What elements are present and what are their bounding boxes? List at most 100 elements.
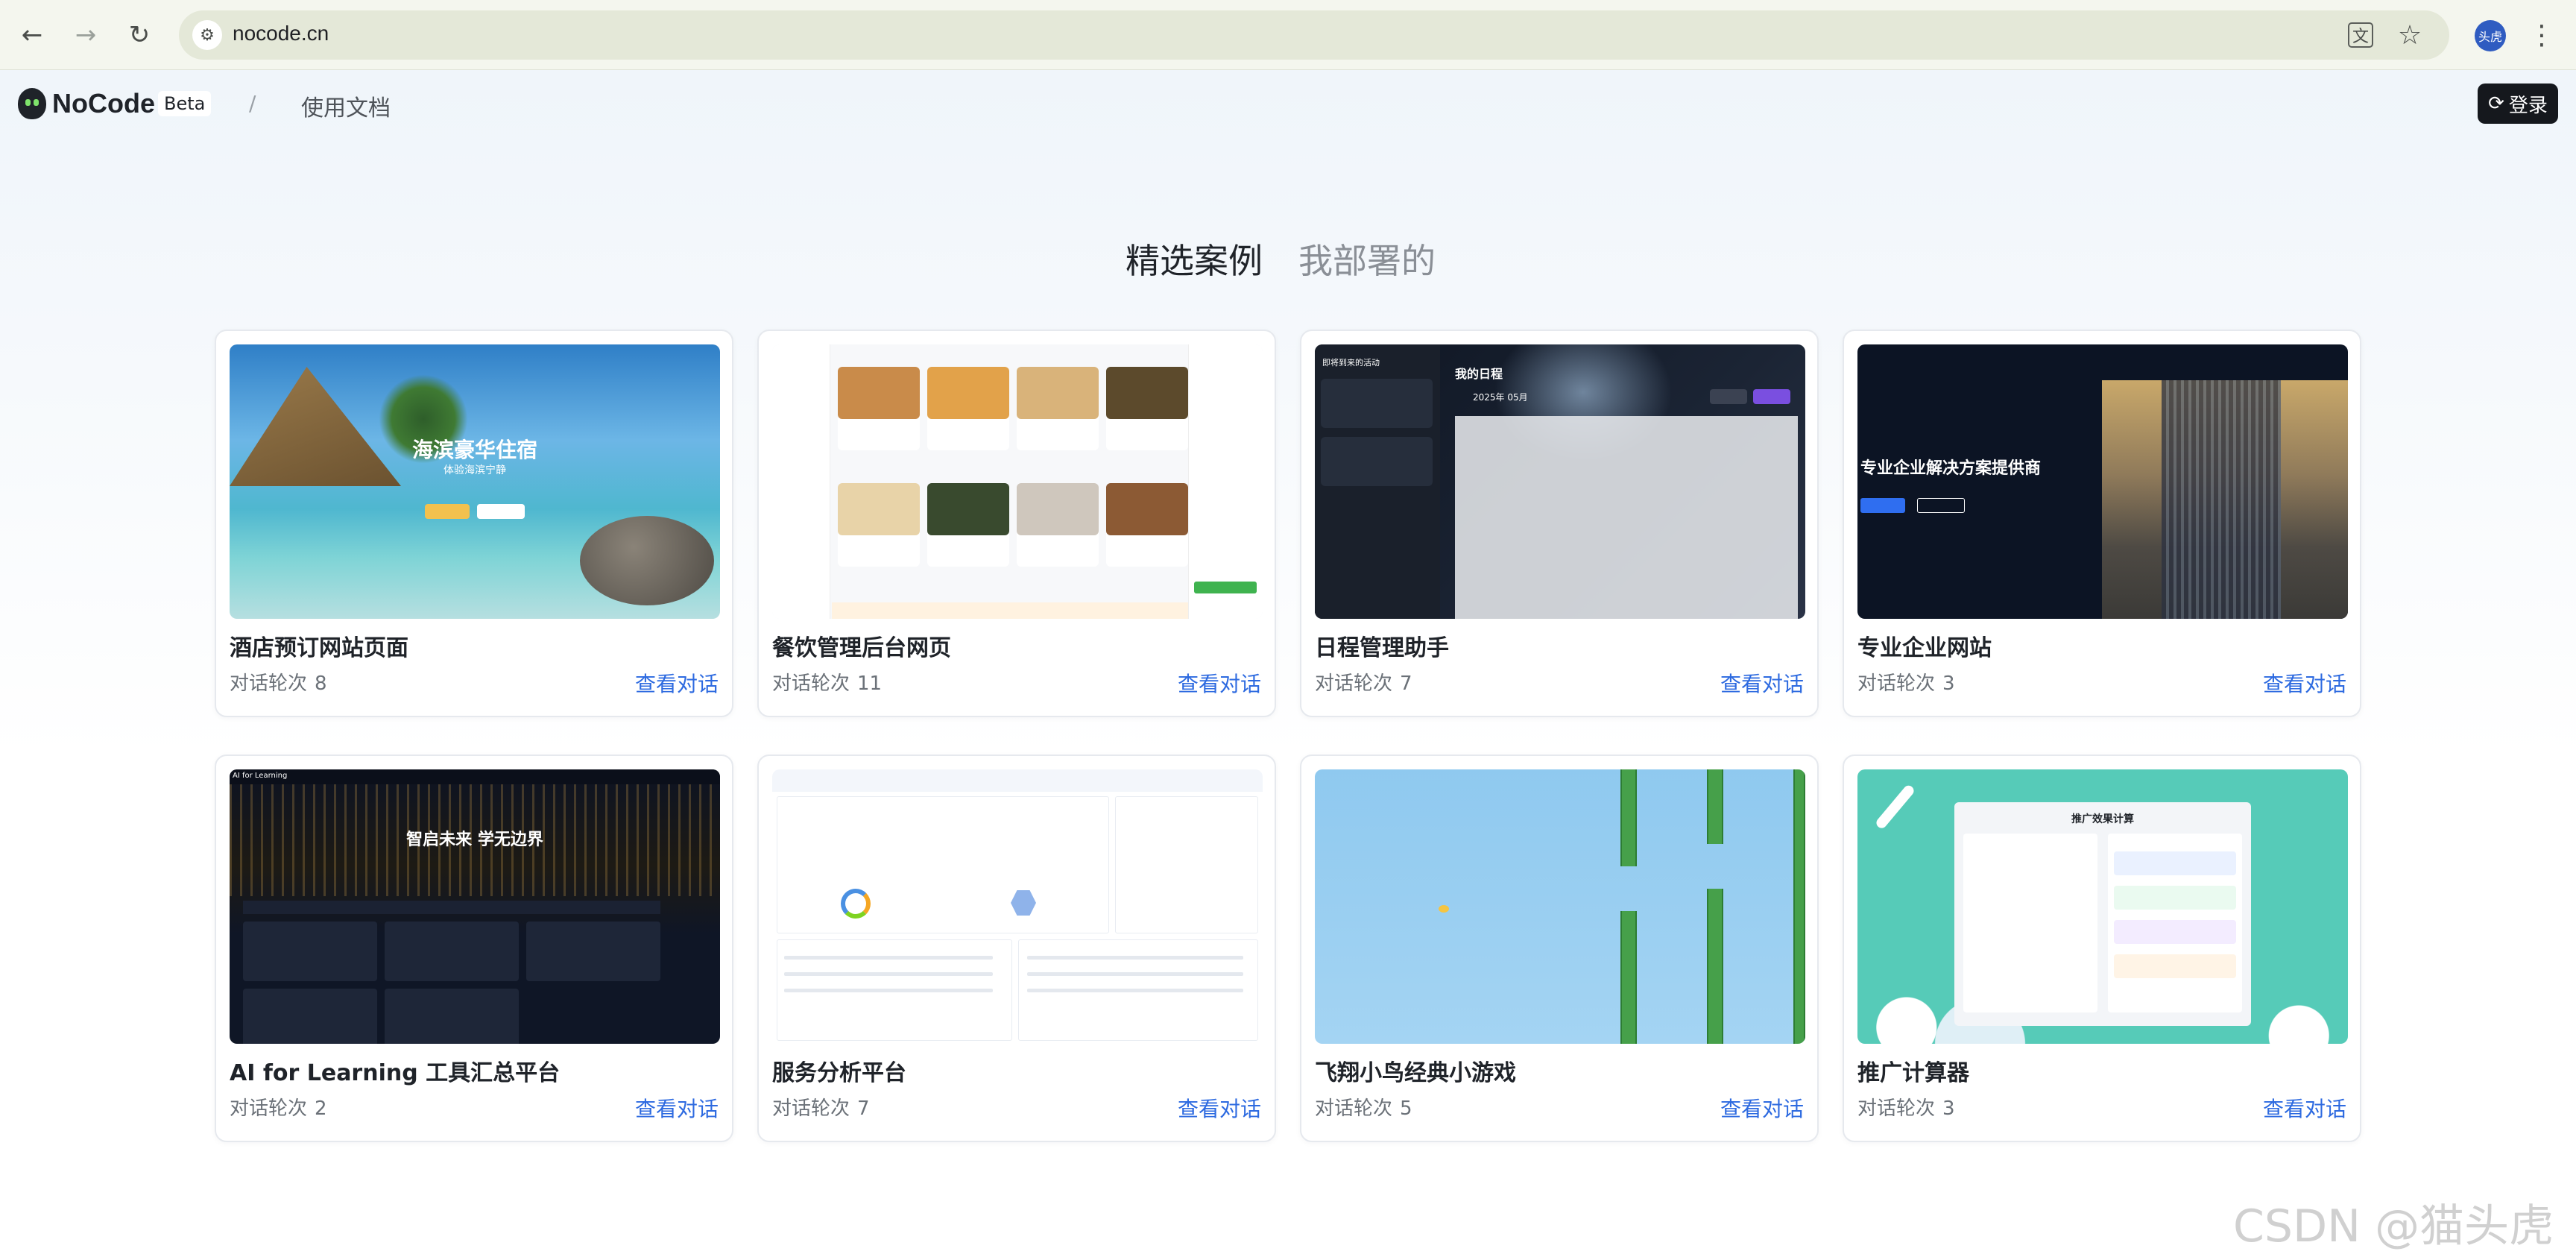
- app-header: NoCode Beta / 使用文档 ⟳ 登录: [0, 70, 2576, 137]
- card-title[interactable]: 飞翔小鸟经典小游戏: [1315, 1054, 1516, 1087]
- card-title[interactable]: 餐饮管理后台网页: [772, 629, 951, 662]
- case-thumbnail[interactable]: 专业企业解决方案提供商: [1857, 344, 2348, 619]
- thumb-calendar-title: 我的日程: [1455, 367, 1503, 381]
- thumb-result-chip: [2114, 920, 2236, 944]
- url-text: nocode.cn: [233, 22, 329, 45]
- meta-label: 对话轮次: [230, 1097, 308, 1120]
- thumb-dish-photo: [1017, 367, 1099, 419]
- thumb-calculator-title: 推广效果计算: [2071, 813, 2134, 825]
- bird-icon: [1439, 905, 1449, 913]
- thumb-calendar-month: 2025年 05月: [1473, 392, 1528, 403]
- case-thumbnail[interactable]: 推广效果计算: [1857, 769, 2348, 1044]
- case-thumbnail[interactable]: 即将到来的活动 我的日程 2025年 05月: [1315, 344, 1805, 619]
- thumb-primary-button: [425, 504, 470, 519]
- thumb-tool-card: [385, 922, 519, 981]
- case-card-hotel[interactable]: 海滨豪华住宿 体验海滨宁静 酒店预订网站页面 对话轮次 8 查看对话: [215, 330, 733, 717]
- thumb-topbar-title: AI for Learning: [233, 772, 288, 780]
- nocode-logo-icon[interactable]: [18, 88, 46, 119]
- thumb-primary-button: [1860, 498, 1905, 513]
- card-title[interactable]: 酒店预订网站页面: [230, 629, 408, 662]
- meta-label: 对话轮次: [1857, 672, 1936, 695]
- meta-count: 2: [315, 1097, 327, 1120]
- translate-icon[interactable]: 文: [2348, 22, 2373, 48]
- thumb-row: [784, 956, 993, 960]
- thumb-result-chip: [2114, 954, 2236, 978]
- case-card-schedule[interactable]: 即将到来的活动 我的日程 2025年 05月 日程管理助手 对话轮次 7 查看对话: [1300, 330, 1819, 717]
- meta-label: 对话轮次: [1857, 1097, 1936, 1120]
- view-conversation-link[interactable]: 查看对话: [635, 668, 719, 698]
- docs-link[interactable]: 使用文档: [301, 89, 391, 122]
- login-label: 登录: [2508, 94, 2548, 117]
- meta-count: 3: [1942, 1097, 1955, 1120]
- thumb-dish-photo: [1106, 367, 1188, 419]
- pipe-top: [1620, 769, 1637, 866]
- pipe-bottom: [1620, 911, 1637, 1044]
- case-thumbnail[interactable]: [772, 769, 1263, 1044]
- case-card-restaurant[interactable]: 餐饮管理后台网页 对话轮次 11 查看对话: [757, 330, 1276, 717]
- bookmark-star-icon[interactable]: ☆: [2395, 20, 2425, 51]
- thumb-order-panel: [1188, 344, 1263, 619]
- card-meta: 对话轮次 5: [1315, 1093, 1412, 1121]
- view-conversation-link[interactable]: 查看对话: [1178, 1093, 1261, 1123]
- thumb-dish-photo: [1106, 483, 1188, 535]
- reload-icon[interactable]: ↻: [121, 16, 158, 54]
- login-button[interactable]: ⟳ 登录: [2478, 84, 2558, 124]
- meta-count: 11: [857, 672, 883, 695]
- thumb-dish-photo: [1017, 483, 1099, 535]
- card-title[interactable]: 日程管理助手: [1315, 629, 1449, 662]
- meta-label: 对话轮次: [772, 672, 850, 695]
- thumb-add-button: [1753, 389, 1790, 404]
- case-thumbnail[interactable]: [1315, 769, 1805, 1044]
- thumb-row: [784, 972, 993, 976]
- case-thumbnail[interactable]: [772, 344, 1263, 619]
- case-thumbnail[interactable]: AI for Learning 智启未来 学无边界: [230, 769, 720, 1044]
- view-conversation-link[interactable]: 查看对话: [1178, 668, 1261, 698]
- tab-my-deployments[interactable]: 我部署的: [1298, 239, 1436, 283]
- meta-count: 3: [1942, 672, 1955, 695]
- browser-menu-icon[interactable]: ⋮: [2527, 16, 2557, 54]
- thumb-header: [772, 769, 1263, 792]
- view-conversation-link[interactable]: 查看对话: [1720, 668, 1804, 698]
- thumb-input-panel: [1963, 834, 2097, 1012]
- forward-arrow-icon[interactable]: →: [67, 16, 104, 54]
- tab-featured-cases[interactable]: 精选案例: [1126, 239, 1263, 283]
- case-card-enterprise[interactable]: 专业企业解决方案提供商 专业企业网站 对话轮次 3 查看对话: [1843, 330, 2361, 717]
- site-settings-icon[interactable]: ⚙: [192, 20, 222, 50]
- thumb-row: [1027, 972, 1243, 976]
- card-title[interactable]: 服务分析平台: [772, 1054, 906, 1087]
- thumb-tool-card: [243, 922, 377, 981]
- thumb-dish-photo: [838, 483, 920, 535]
- meta-count: 7: [857, 1097, 870, 1120]
- address-bar[interactable]: ⚙ nocode.cn 文 ☆: [179, 10, 2449, 60]
- thumb-tool-card: [385, 989, 519, 1044]
- thumb-row: [1027, 956, 1243, 960]
- thumb-chart-panel: [777, 796, 1109, 933]
- case-card-flappy-bird[interactable]: 飞翔小鸟经典小游戏 对话轮次 5 查看对话: [1300, 755, 1819, 1142]
- brand-name[interactable]: NoCode: [52, 88, 155, 119]
- profile-avatar[interactable]: 头虎: [2475, 20, 2506, 51]
- card-meta: 对话轮次 11: [772, 668, 882, 696]
- view-conversation-link[interactable]: 查看对话: [2263, 1093, 2346, 1123]
- case-card-analytics[interactable]: 服务分析平台 对话轮次 7 查看对话: [757, 755, 1276, 1142]
- view-conversation-link[interactable]: 查看对话: [2263, 668, 2346, 698]
- back-arrow-icon[interactable]: ←: [13, 16, 51, 54]
- card-title[interactable]: 专业企业网站: [1857, 629, 1992, 662]
- thumb-result-chip: [2114, 886, 2236, 910]
- case-card-promo-calculator[interactable]: 推广效果计算 推广计算器 对话轮次 3 查看对话: [1843, 755, 2361, 1142]
- view-conversation-link[interactable]: 查看对话: [635, 1093, 719, 1123]
- card-title[interactable]: 推广计算器: [1857, 1054, 1969, 1087]
- thumb-tool-card: [243, 989, 377, 1044]
- thumb-tool-card: [526, 922, 660, 981]
- thumb-stats-panel: [1115, 796, 1258, 933]
- building-illustration: [2102, 380, 2348, 619]
- card-title[interactable]: AI for Learning 工具汇总平台: [230, 1054, 560, 1087]
- pipe-bottom: [1707, 889, 1723, 1044]
- thumb-row: [1027, 989, 1243, 992]
- thumb-dish-photo: [927, 483, 1009, 535]
- meta-label: 对话轮次: [1315, 672, 1393, 695]
- view-conversation-link[interactable]: 查看对话: [1720, 1093, 1804, 1123]
- card-meta: 对话轮次 7: [772, 1093, 870, 1121]
- case-card-ai-learning[interactable]: AI for Learning 智启未来 学无边界 AI for Learnin…: [215, 755, 733, 1142]
- case-thumbnail[interactable]: 海滨豪华住宿 体验海滨宁静: [230, 344, 720, 619]
- rocket-icon: [1874, 783, 1916, 831]
